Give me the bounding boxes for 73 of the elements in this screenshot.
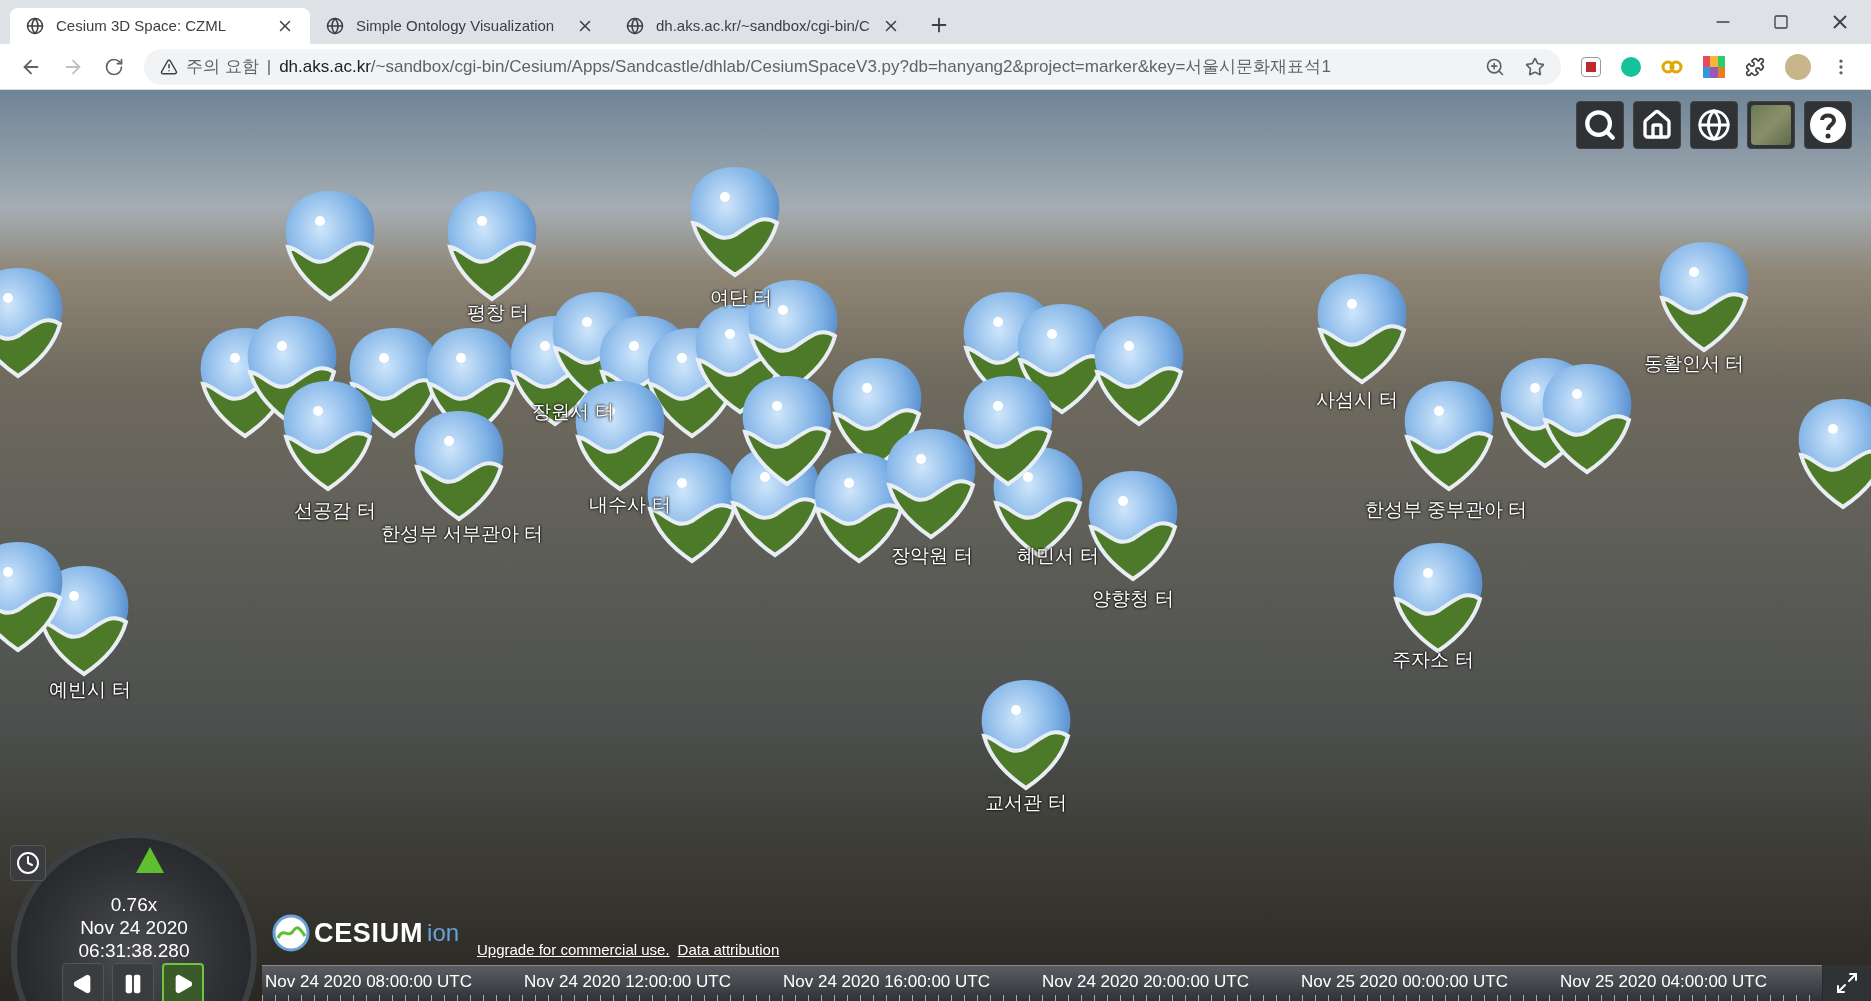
credit-link[interactable]: Upgrade for commercial use. [477, 939, 670, 962]
marker-label: 혜민서 터 [1017, 543, 1099, 568]
browser-tab[interactable]: Cesium 3D Space: CZML [10, 8, 310, 44]
balloon-marker-icon[interactable] [1798, 399, 1871, 509]
separator: | [266, 55, 272, 78]
bookmark-star-icon[interactable] [1525, 56, 1545, 77]
marker-label: 주자소 터 [1392, 647, 1474, 672]
globe-icon [26, 17, 44, 35]
marker-label: 평창 터 [466, 300, 530, 325]
timeline-tick-label: Nov 24 2020 08:00:00 UTC [265, 971, 472, 993]
palette-extension-icon[interactable] [1703, 55, 1725, 78]
globe-icon [1697, 108, 1731, 142]
search-button[interactable] [1576, 101, 1624, 149]
marker-label: 양향청 터 [1092, 586, 1174, 611]
marker-label: 동활인서 터 [1643, 351, 1745, 376]
home-icon [1641, 109, 1673, 141]
timeline-tick-label: Nov 24 2020 16:00:00 UTC [783, 971, 990, 993]
balloon-marker-icon[interactable] [447, 191, 537, 301]
tab-title: dh.aks.ac.kr/~sandbox/cgi-bin/C [656, 15, 870, 36]
address-bar[interactable]: 주의 요함 | dh.aks.ac.kr/~sandbox/cgi-bin/Cesium/Apps/Sandcastle/dhlab/CesiumSpaceV3.py?db=hanyang2&project=marker&key=서울시문화재표석1 [144, 48, 1561, 85]
search-icon [1583, 108, 1617, 142]
shield-extension-icon[interactable] [1581, 56, 1601, 77]
reload-icon[interactable] [104, 56, 124, 77]
marker-label: 한성부 서부관아 터 [380, 521, 544, 546]
help-icon [1808, 105, 1848, 145]
balloon-marker-icon[interactable] [981, 680, 1071, 790]
globe-button[interactable] [1690, 101, 1738, 149]
zoom-icon[interactable] [1485, 56, 1505, 77]
globe-icon [626, 17, 644, 35]
needle-icon [136, 847, 164, 873]
cesium-ion-logo: CESIUM ion [272, 913, 460, 954]
time-text: 06:31:38.280 [78, 939, 190, 962]
timeline-tick-label: Nov 25 2020 00:00:00 UTC [1301, 971, 1508, 993]
marker-label: 선공감 터 [294, 498, 376, 523]
browser-tab[interactable]: dh.aks.ac.kr/~sandbox/cgi-bin/C [610, 8, 916, 44]
imagery-picker-button[interactable] [1747, 101, 1795, 149]
clock-icon [16, 851, 40, 875]
timeline-tick-label: Nov 24 2020 12:00:00 UTC [524, 971, 731, 993]
marker-label: 장악원 터 [891, 543, 973, 568]
extensions-icon[interactable] [1745, 56, 1765, 77]
tab-title: Cesium 3D Space: CZML [56, 15, 228, 36]
url-text: dh.aks.ac.kr/~sandbox/cgi-bin/Cesium/Apps/Sandcastle/dhlab/CesiumSpaceV3.py?db=hanyang2&project=marker&key=서울시문화재표석1 [279, 55, 1332, 78]
reverse-button[interactable] [62, 963, 104, 1001]
help-button[interactable] [1804, 101, 1852, 149]
security-label: 주의 요함 [186, 55, 259, 78]
marker-label: 예빈시 터 [49, 677, 131, 702]
globe-icon [326, 17, 344, 35]
marker-label: 여단 터 [709, 285, 773, 310]
speed-text: 0.76x [110, 893, 158, 916]
browser-tab[interactable]: Simple Ontology Visualization [310, 8, 610, 44]
warning-icon [160, 57, 178, 76]
maximize-icon[interactable] [1773, 14, 1789, 30]
marker-label: 사섬시 터 [1316, 387, 1398, 412]
pause-button[interactable] [112, 963, 154, 1001]
imagery-thumbnail [1751, 105, 1791, 145]
balloon-marker-icon[interactable] [1659, 242, 1749, 352]
balloon-marker-icon[interactable] [285, 191, 375, 301]
balloon-marker-icon[interactable] [0, 268, 63, 378]
home-button[interactable] [1633, 101, 1681, 149]
marker-label: 한성부 중부관아 터 [1364, 497, 1528, 522]
timeline-bar[interactable]: Nov 24 2020 08:00:00 UTC Nov 24 2020 12:00:00 UTC Nov 24 2020 16:00:00 UTC Nov 24 2020 20:00:00 UTC Nov 25 2020 00:00:00 UTC Nov 25 2020 04:00:00 UTC [262, 965, 1822, 1001]
credit-link[interactable]: Data attribution [677, 939, 780, 962]
timeline-tick-label: Nov 25 2020 04:00:00 UTC [1560, 971, 1767, 993]
tab-title: Simple Ontology Visualization [356, 15, 556, 36]
play-button[interactable] [162, 963, 204, 1001]
timeline-tick-label: Nov 24 2020 20:00:00 UTC [1042, 971, 1249, 993]
balloon-marker-icon[interactable] [1393, 543, 1483, 653]
fullscreen-button[interactable] [1823, 965, 1871, 1001]
marker-label: 내수사 터 [589, 492, 671, 517]
marker-label: 교서관 터 [985, 790, 1067, 815]
date-text: Nov 24 2020 [80, 916, 188, 939]
clock-button[interactable] [10, 845, 46, 881]
fullscreen-icon [1835, 971, 1859, 995]
